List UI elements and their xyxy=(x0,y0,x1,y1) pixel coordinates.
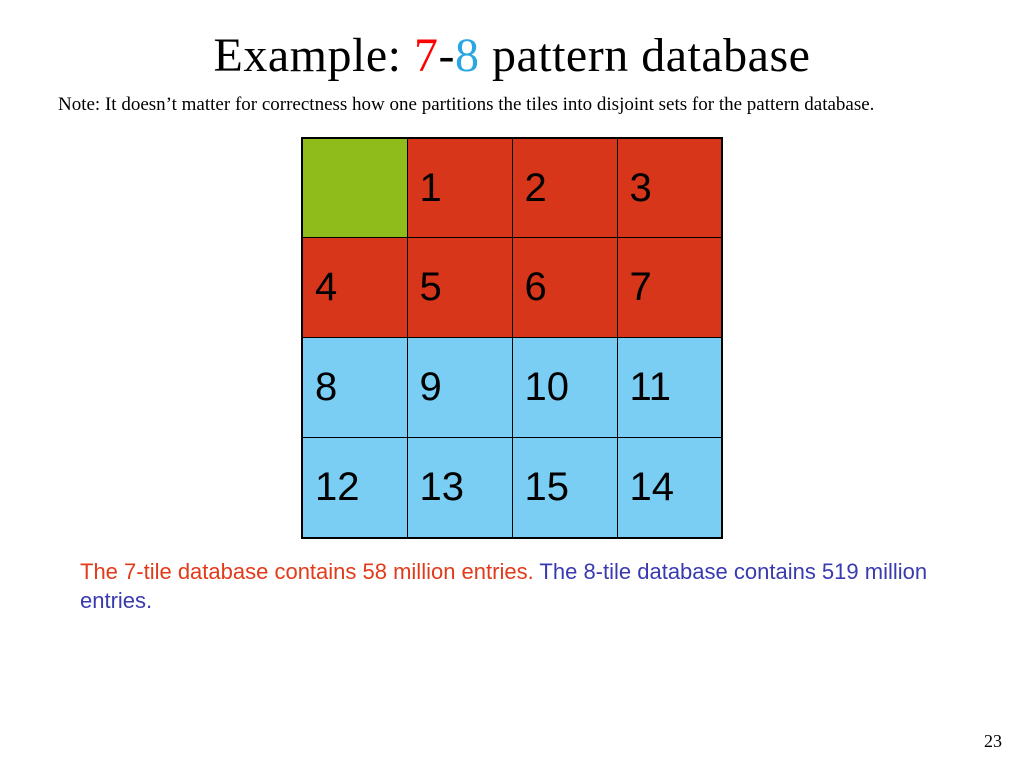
page-number: 23 xyxy=(984,731,1002,752)
tile: 4 xyxy=(302,238,407,338)
tile: 15 xyxy=(512,438,617,538)
tile: 1 xyxy=(407,138,512,238)
tile: 7 xyxy=(617,238,722,338)
slide: Example: 7-8 pattern database Note: It d… xyxy=(0,0,1024,768)
tile: 2 xyxy=(512,138,617,238)
puzzle-row: 8 9 10 11 xyxy=(302,338,722,438)
tile: 13 xyxy=(407,438,512,538)
tile: 14 xyxy=(617,438,722,538)
tile-blank xyxy=(302,138,407,238)
caption-seven-text: The 7-tile database contains 58 million … xyxy=(80,559,534,584)
tile: 9 xyxy=(407,338,512,438)
tile: 6 xyxy=(512,238,617,338)
tile: 11 xyxy=(617,338,722,438)
subtitle-note: Note: It doesn’t matter for correctness … xyxy=(58,93,976,117)
title-prefix: Example: xyxy=(214,29,414,82)
tile: 3 xyxy=(617,138,722,238)
puzzle-row: 4 5 6 7 xyxy=(302,238,722,338)
tile: 12 xyxy=(302,438,407,538)
puzzle-row: 1 2 3 xyxy=(302,138,722,238)
tile: 10 xyxy=(512,338,617,438)
slide-title: Example: 7-8 pattern database xyxy=(0,0,1024,83)
title-seven: 7 xyxy=(414,29,439,82)
tile: 8 xyxy=(302,338,407,438)
caption: The 7-tile database contains 58 million … xyxy=(80,557,944,616)
title-dash: - xyxy=(438,29,454,82)
title-eight: 8 xyxy=(455,29,480,82)
puzzle-grid: 1 2 3 4 5 6 7 8 9 10 11 12 13 15 14 xyxy=(301,137,723,539)
title-suffix: pattern database xyxy=(479,29,810,82)
puzzle-row: 12 13 15 14 xyxy=(302,438,722,538)
tile: 5 xyxy=(407,238,512,338)
puzzle-wrap: 1 2 3 4 5 6 7 8 9 10 11 12 13 15 14 xyxy=(0,137,1024,539)
